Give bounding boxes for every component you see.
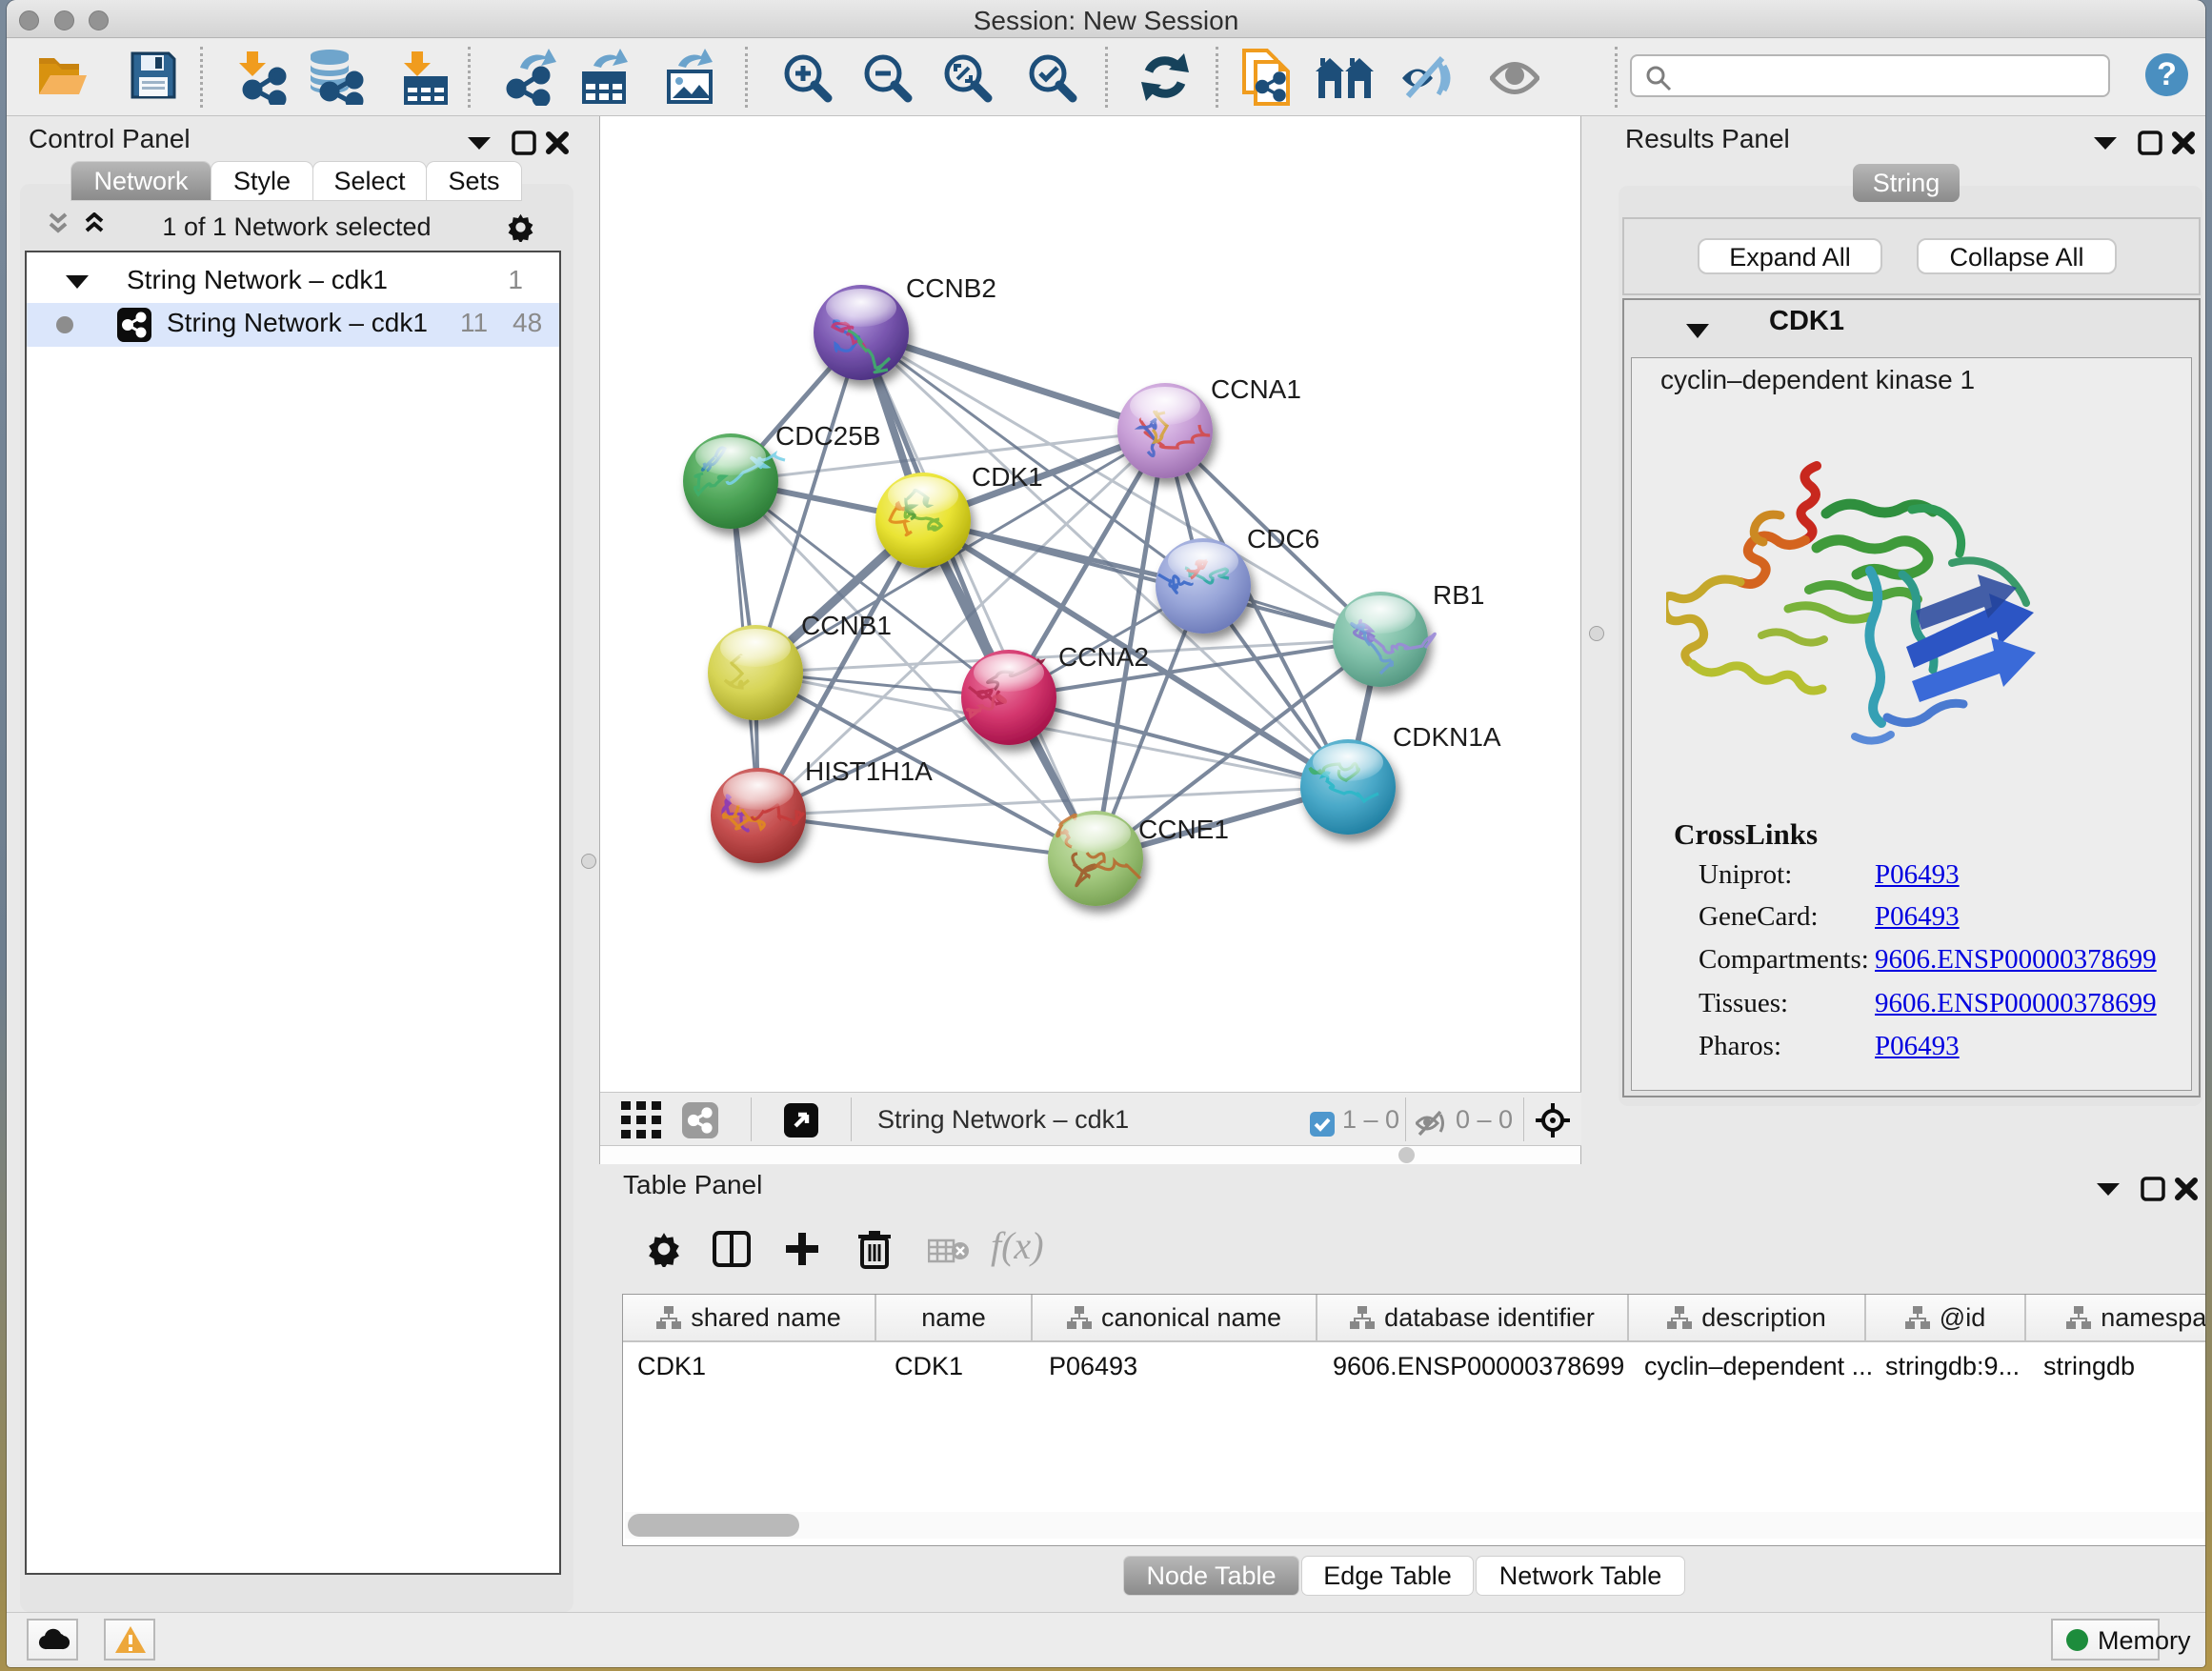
svg-text:HIST1H1A: HIST1H1A [805,756,933,786]
svg-text:CCNE1: CCNE1 [1138,815,1229,844]
svg-text:CDKN1A: CDKN1A [1393,722,1501,752]
svg-text:RB1: RB1 [1433,580,1484,610]
svg-text:CCNB1: CCNB1 [801,611,892,640]
svg-text:CCNA2: CCNA2 [1058,642,1149,672]
svg-text:CCNB2: CCNB2 [906,273,996,303]
svg-text:CCNA1: CCNA1 [1211,374,1301,404]
svg-text:CDK1: CDK1 [972,462,1043,492]
svg-text:CDC6: CDC6 [1247,524,1319,554]
svg-text:CDC25B: CDC25B [775,421,880,451]
